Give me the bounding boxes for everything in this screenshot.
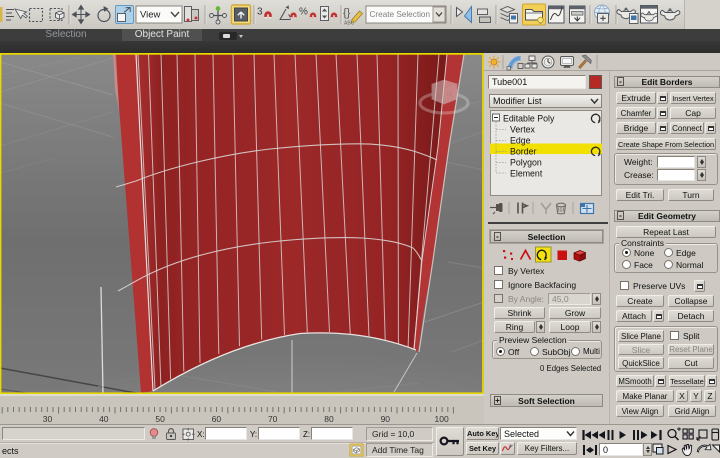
svg-text:View: View	[140, 10, 161, 21]
svg-text:Polygon: Polygon	[510, 158, 542, 168]
svg-text:90: 90	[381, 414, 391, 424]
svg-text:Element: Element	[510, 169, 543, 179]
svg-text:LE: LE	[447, 91, 452, 96]
svg-text:Border: Border	[510, 147, 536, 157]
svg-text:50: 50	[155, 414, 165, 424]
svg-text:60: 60	[212, 414, 222, 424]
svg-text:30: 30	[43, 414, 53, 424]
svg-text:Vertex: Vertex	[510, 125, 536, 135]
svg-text:40: 40	[99, 414, 109, 424]
svg-text:Create Selection Se: Create Selection Se	[370, 10, 443, 19]
svg-text:%: %	[299, 7, 308, 18]
svg-text:RO: RO	[437, 93, 443, 98]
svg-text:100: 100	[435, 414, 449, 424]
svg-text:{}: {}	[343, 7, 351, 19]
svg-text:ABC: ABC	[344, 21, 355, 27]
svg-text:80: 80	[324, 414, 334, 424]
svg-text:Edge: Edge	[510, 136, 531, 146]
svg-text:70: 70	[268, 414, 278, 424]
svg-text:Editable Poly: Editable Poly	[503, 114, 555, 124]
svg-text:3: 3	[257, 7, 263, 18]
